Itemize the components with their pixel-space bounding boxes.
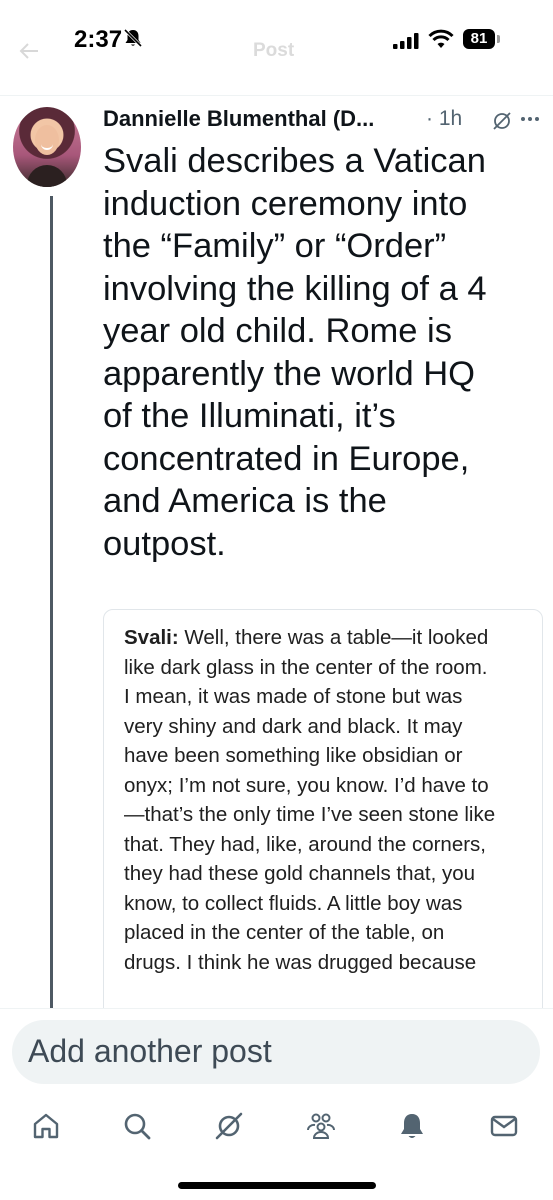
avatar-shirt [27, 165, 67, 187]
cellular-signal-icon [393, 33, 419, 49]
home-icon[interactable] [30, 1110, 62, 1142]
wifi-icon [428, 29, 454, 48]
grok-icon[interactable] [491, 110, 513, 132]
search-icon[interactable] [121, 1110, 153, 1142]
silent-bell-icon [123, 28, 143, 48]
grok-icon[interactable] [213, 1110, 245, 1142]
messages-icon[interactable] [488, 1110, 520, 1142]
bottom-region: Add another post [0, 1008, 553, 1200]
battery-cap [497, 35, 500, 43]
status-time: 2:37 [74, 26, 123, 53]
avatar[interactable] [13, 107, 81, 187]
more-options-icon[interactable] [519, 108, 541, 130]
composer-divider [0, 1008, 553, 1009]
attached-image[interactable]: Svali: Well, there was a table—it looked… [103, 609, 543, 1031]
author-name[interactable]: Dannielle Blumenthal (D... [103, 106, 374, 132]
transcript-text: Svali: Well, there was a table—it looked… [124, 623, 524, 977]
header-divider [0, 95, 553, 96]
communities-icon[interactable] [305, 1110, 337, 1142]
back-arrow-icon[interactable] [18, 40, 40, 62]
thread-line [50, 196, 53, 1008]
avatar-face [35, 125, 59, 155]
post-time[interactable]: · 1h [426, 107, 462, 131]
battery-level: 81 [463, 29, 495, 49]
page-title: Post [253, 40, 295, 61]
reply-composer[interactable]: Add another post [12, 1020, 540, 1084]
post-text: Svali describes a Vatican induction cere… [103, 142, 487, 563]
transcript-speaker: Svali: [124, 626, 179, 649]
bottom-tab-bar [0, 1104, 553, 1164]
post-header: Dannielle Blumenthal (D... · 1h [103, 106, 543, 136]
transcript-body: Well, there was a table—it looked like d… [124, 626, 496, 974]
status-bar: 2:37 Post 81 [0, 0, 553, 95]
battery-indicator: 81 [463, 29, 503, 51]
home-indicator [178, 1182, 376, 1189]
add-post-input[interactable]: Add another post [28, 1033, 272, 1070]
notifications-icon[interactable] [396, 1110, 428, 1142]
